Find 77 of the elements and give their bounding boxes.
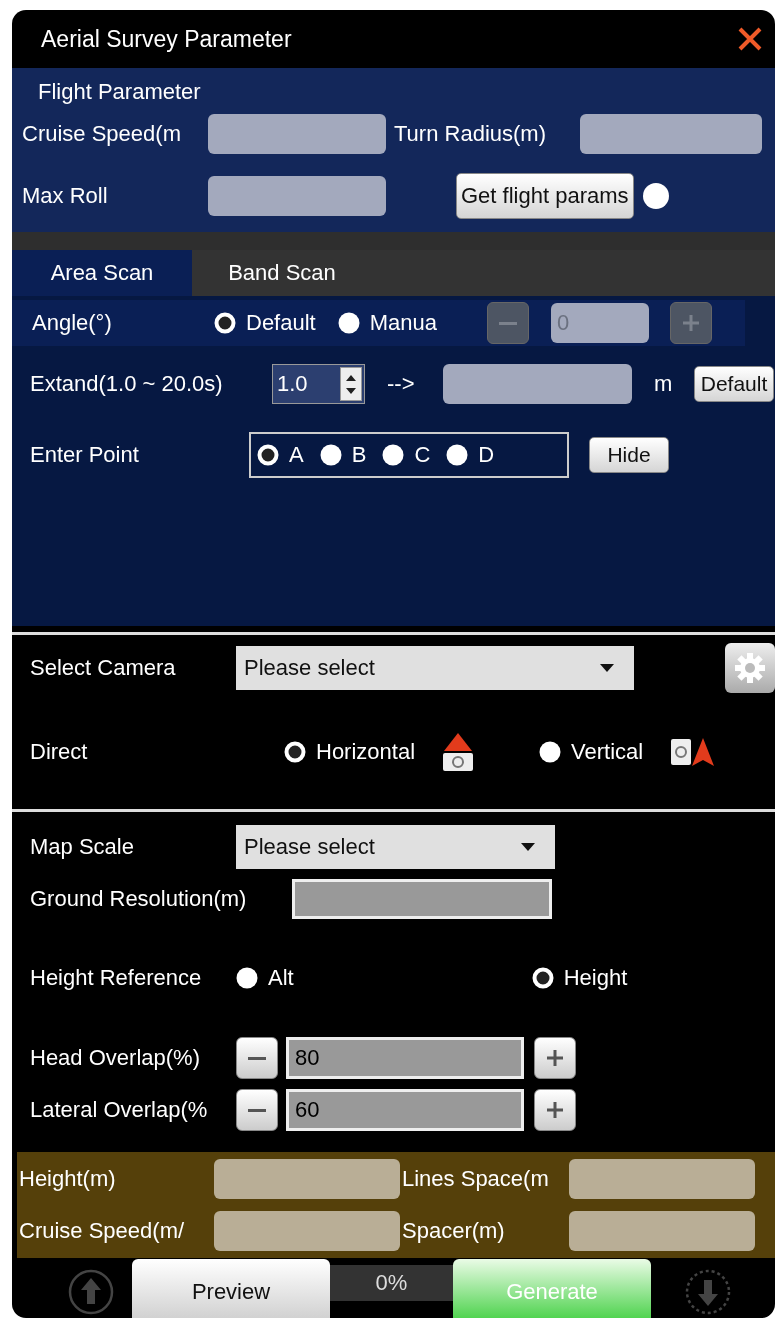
minus-button[interactable] (236, 1037, 278, 1079)
radio-button[interactable] (319, 444, 342, 466)
radio-label: C (414, 442, 431, 468)
field-label: Cruise Speed(m/ (18, 1218, 186, 1244)
field-label: Turn Radius(m) (394, 121, 547, 147)
radio-button[interactable] (531, 967, 554, 989)
gear-icon (733, 651, 767, 685)
field-label: Max Roll (22, 183, 109, 209)
plus-button[interactable] (534, 1037, 576, 1079)
input-field[interactable] (569, 1159, 755, 1199)
radio-button[interactable] (284, 741, 306, 763)
preview-button[interactable]: Preview (132, 1259, 330, 1318)
field-label: Map Scale (30, 834, 135, 860)
field-label: Enter Point (30, 442, 140, 468)
field-label: Select Camera (30, 655, 177, 681)
radio-label: B (351, 442, 367, 468)
caret-icon (600, 664, 614, 672)
minus-icon (499, 321, 517, 325)
section-heading: Flight Parameter (37, 78, 202, 106)
field-label: Height Reference (30, 965, 203, 991)
minus-icon (248, 1056, 266, 1060)
field-label: Head Overlap(%) (30, 1045, 201, 1071)
field-label: Ground Resolution(m) (30, 886, 248, 912)
radio-label: Horizontal (316, 739, 416, 765)
input-field[interactable] (292, 879, 552, 919)
input-field[interactable]: 60 (286, 1089, 524, 1131)
radio-button[interactable] (257, 444, 279, 466)
input-field[interactable] (208, 114, 386, 154)
minus-icon (248, 1108, 266, 1112)
get-flight-params-button[interactable]: Get flight params (456, 173, 634, 219)
input-field[interactable] (569, 1211, 755, 1251)
field-label: Lines Space(m (401, 1166, 550, 1192)
input-field[interactable] (580, 114, 762, 154)
arrow-text: --> (387, 371, 416, 397)
radio-label: D (478, 442, 495, 468)
input-field[interactable] (443, 364, 632, 404)
radio-label: Manua (369, 310, 437, 336)
map-scale-dropdown[interactable]: Please select (236, 825, 555, 869)
spin-arrows-icon[interactable] (340, 367, 362, 401)
plus-icon (681, 313, 701, 333)
input-field[interactable] (214, 1159, 400, 1199)
radio-button[interactable] (539, 741, 562, 763)
close-icon[interactable] (737, 26, 763, 52)
progress-text: 0% (330, 1265, 453, 1301)
spin-box[interactable]: 1.0 (272, 364, 365, 404)
camera-arrow-icon (441, 731, 476, 773)
tab[interactable]: Band Scan (192, 250, 372, 296)
tab[interactable]: Area Scan (12, 250, 192, 296)
status-circle-icon (641, 182, 670, 210)
minus-button[interactable] (236, 1089, 278, 1131)
field-label: Extand(1.0 ~ 20.0s) (30, 371, 224, 397)
radio-button[interactable] (382, 444, 405, 466)
field-label: Angle(°) (31, 310, 113, 336)
radio-label: Height (563, 965, 628, 991)
radio-button[interactable] (236, 967, 258, 989)
field-label: Lateral Overlap(% (30, 1097, 209, 1123)
caret-icon (521, 843, 535, 851)
input-field[interactable] (214, 1211, 400, 1251)
plus-button[interactable] (534, 1089, 576, 1131)
radio-label: A (289, 442, 304, 468)
field-label: Height(m) (18, 1166, 117, 1192)
plus-icon (545, 1048, 565, 1068)
field-label: Cruise Speed(m (22, 121, 182, 147)
radio-label: Default (246, 310, 316, 336)
unit-label: m (654, 371, 674, 397)
hide-button[interactable]: Hide (589, 437, 669, 473)
radio-label: Alt (268, 965, 294, 991)
field-label: Direct (30, 739, 89, 765)
default-button[interactable]: Default (694, 366, 774, 402)
input-field[interactable] (208, 176, 386, 216)
radio-button[interactable] (446, 444, 469, 466)
input-field[interactable]: 80 (286, 1037, 524, 1079)
radio-label: Vertical (571, 739, 644, 765)
window-title: Aerial Survey Parameter (41, 25, 292, 53)
field-label: Spacer(m) (401, 1218, 506, 1244)
camera-dropdown[interactable]: Please select (236, 646, 634, 690)
plus-icon (545, 1100, 565, 1120)
